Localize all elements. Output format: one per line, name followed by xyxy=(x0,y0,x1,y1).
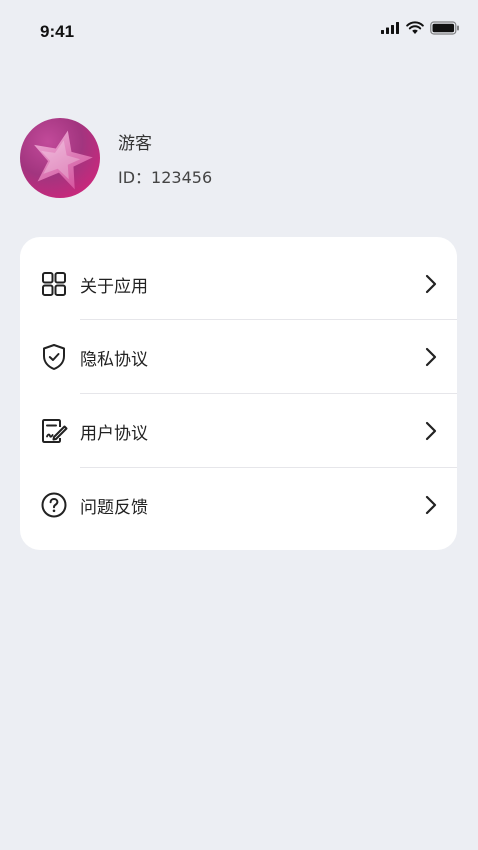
star-avatar-icon xyxy=(34,130,93,190)
menu-item-feedback[interactable]: 问题反馈 xyxy=(20,468,457,542)
profile-id: ID：123456 xyxy=(118,167,213,187)
grid-apps-icon xyxy=(40,270,68,298)
chevron-right-icon xyxy=(423,495,439,515)
profile-name: 游客 xyxy=(118,133,152,154)
menu-item-label: 问题反馈 xyxy=(80,497,148,518)
signal-icon xyxy=(380,20,400,39)
menu-item-user-agreement[interactable]: 用户协议 xyxy=(20,394,457,468)
chevron-right-icon xyxy=(423,274,439,294)
chevron-right-icon xyxy=(423,421,439,441)
menu-item-about-app[interactable]: 关于应用 xyxy=(20,247,457,321)
document-sign-icon xyxy=(40,417,68,445)
chevron-right-icon xyxy=(423,347,439,367)
question-circle-icon xyxy=(40,491,68,519)
menu-item-label: 关于应用 xyxy=(80,276,148,297)
status-time: 9:41 xyxy=(40,22,75,41)
menu-item-privacy-policy[interactable]: 隐私协议 xyxy=(20,320,457,394)
status-icons xyxy=(380,20,460,39)
avatar[interactable] xyxy=(20,118,100,198)
shield-check-icon xyxy=(40,343,68,371)
menu-item-label: 用户协议 xyxy=(80,423,148,444)
profile-header: 游客 ID：123456 xyxy=(20,118,212,198)
battery-icon xyxy=(430,20,460,39)
wifi-icon xyxy=(406,20,424,39)
status-bar: 9:41 xyxy=(0,0,478,60)
menu-item-label: 隐私协议 xyxy=(80,349,148,370)
menu-card: 关于应用 隐私协议 用户协议 问题反馈 xyxy=(20,237,457,550)
